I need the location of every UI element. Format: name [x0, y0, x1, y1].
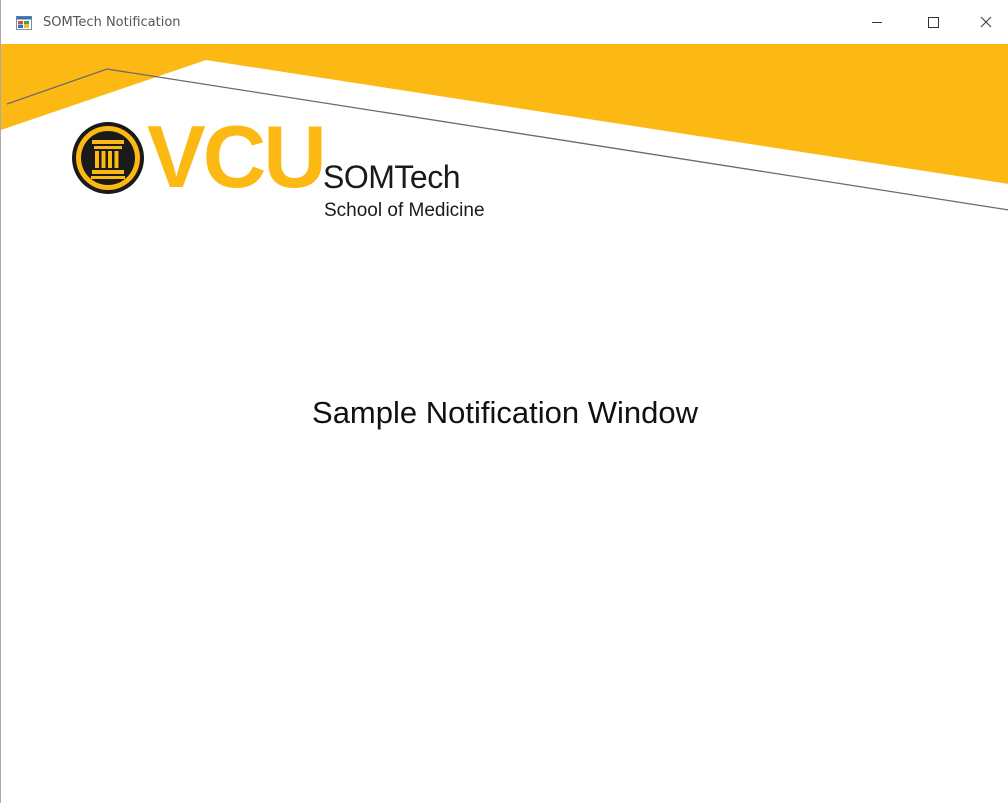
vcu-seal-icon: [72, 122, 144, 194]
vcu-wordmark: VCU: [147, 107, 327, 206]
vcu-somtech-logo: VCU SOMTech School of Medicine: [71, 107, 531, 231]
close-button[interactable]: [963, 0, 1008, 44]
school-name: School of Medicine: [324, 200, 485, 221]
title-bar[interactable]: SOMTech Notification: [1, 0, 1008, 44]
window-title: SOMTech Notification: [43, 15, 181, 30]
windows-form-icon[interactable]: [16, 15, 32, 31]
department-name: SOMTech: [323, 159, 460, 195]
close-icon: [980, 16, 992, 28]
notification-window: SOMTech Notification VCU SOMTech School …: [0, 0, 1008, 803]
maximize-icon: [928, 17, 939, 28]
notification-message: Sample Notification Window: [312, 395, 698, 430]
minimize-icon: [872, 22, 882, 23]
maximize-button[interactable]: [910, 0, 956, 44]
minimize-button[interactable]: [854, 0, 900, 44]
